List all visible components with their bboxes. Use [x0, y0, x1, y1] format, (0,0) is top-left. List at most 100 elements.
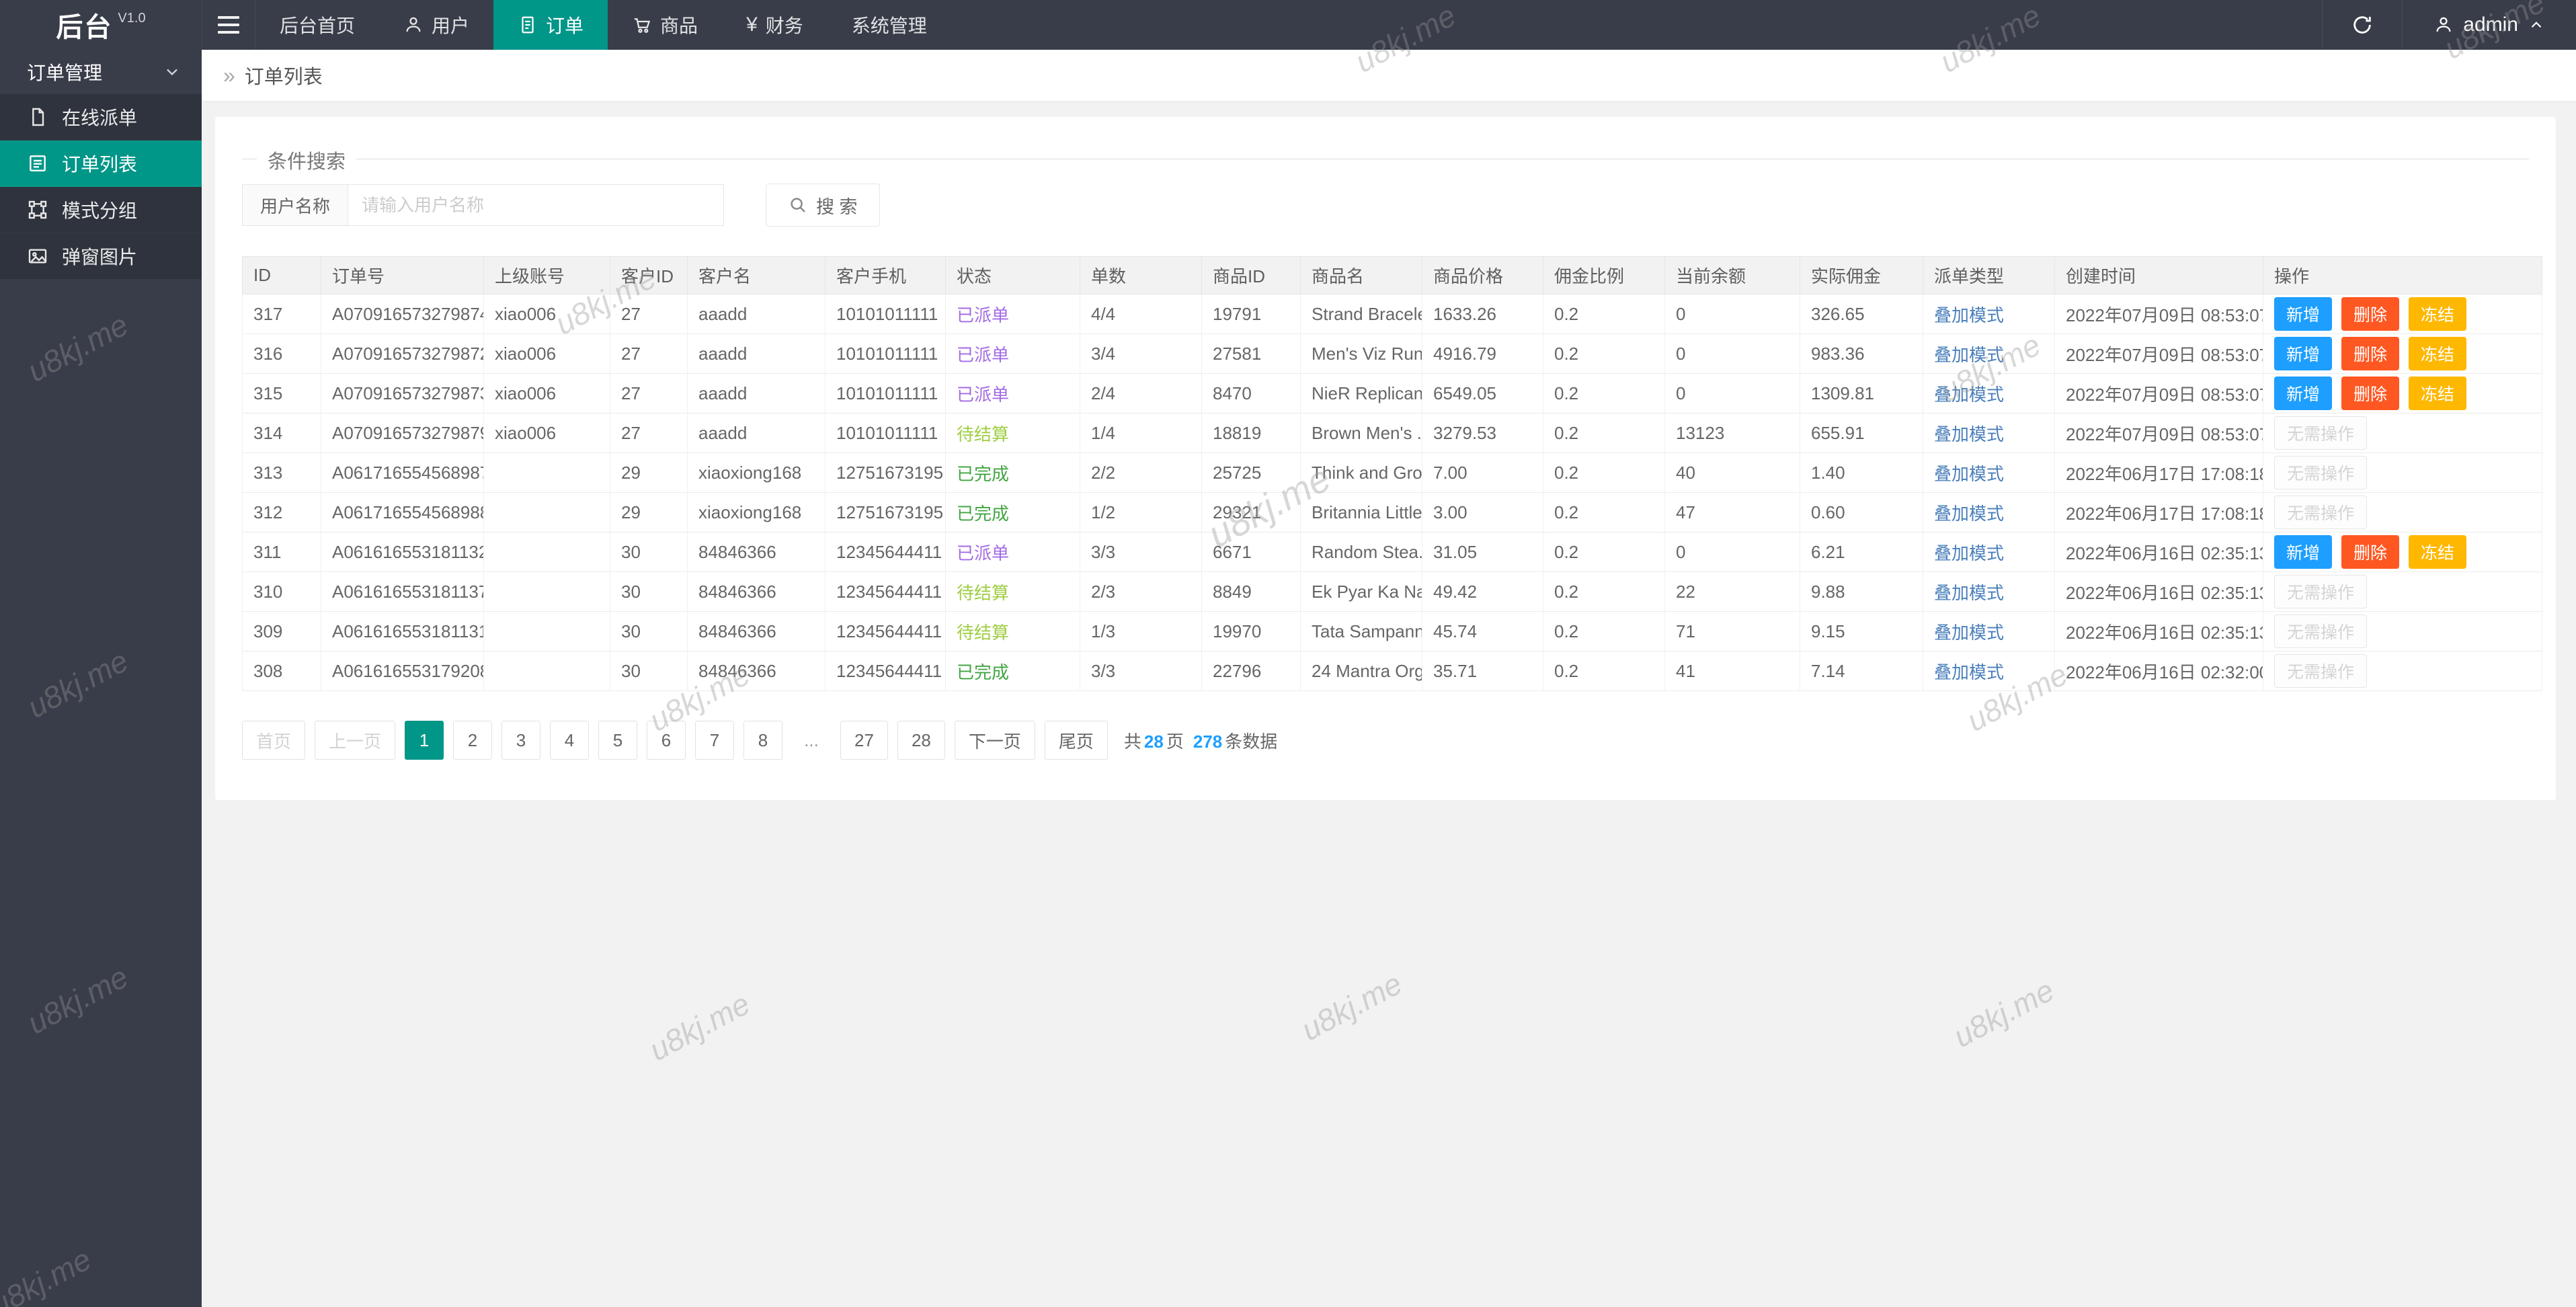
cell-status: 已派单 — [945, 333, 1080, 374]
nav-item-home[interactable]: 后台首页 — [255, 0, 379, 50]
nav-item-finance[interactable]: ¥ 财务 — [722, 0, 828, 50]
cell-actions: 无需操作 — [2263, 452, 2542, 493]
dispatch-type-link[interactable]: 叠加模式 — [1934, 464, 2004, 484]
cell-current_balance: 0 — [1664, 294, 1800, 334]
pagination-first-button[interactable]: 首页 — [242, 721, 306, 760]
cell-client_name: 84846366 — [687, 571, 826, 612]
sidebar-section-order-management[interactable]: 订单管理 — [0, 50, 202, 94]
nav-item-orders[interactable]: 订单 — [493, 0, 608, 50]
cell-product_id: 6671 — [1201, 532, 1301, 572]
pagination-prev-button[interactable]: 上一页 — [315, 721, 396, 760]
cell-dispatch_type: 叠加模式 — [1923, 452, 2055, 493]
refresh-button[interactable] — [2322, 0, 2402, 50]
pagination-page-27[interactable]: 27 — [840, 721, 888, 760]
cell-actual_commission: 6.21 — [1800, 532, 1923, 572]
action-delete-button[interactable]: 删除 — [2341, 535, 2400, 569]
sidebar-menu: 在线派单 订单列表 模式分组 弹窗图片 — [0, 94, 202, 280]
cell-current_balance: 0 — [1664, 532, 1800, 572]
cell-commission_ratio: 0.2 — [1543, 532, 1665, 572]
action-freeze-button[interactable]: 冻结 — [2409, 337, 2467, 370]
pagination-page-4[interactable]: 4 — [550, 721, 590, 760]
dispatch-type-link[interactable]: 叠加模式 — [1934, 623, 2004, 643]
order-list-panel: 条件搜索 用户名称 搜 索 ID订单号上级账号客户ID客户名客户手机状态单数商品… — [215, 117, 2556, 800]
cell-product_id: 18819 — [1201, 413, 1301, 453]
action-none-button: 无需操作 — [2274, 575, 2368, 608]
action-freeze-button[interactable]: 冻结 — [2409, 297, 2467, 331]
nav-item-products[interactable]: 商品 — [608, 0, 722, 50]
pagination-page-8[interactable]: 8 — [743, 721, 783, 760]
dispatch-type-link[interactable]: 叠加模式 — [1934, 345, 2004, 365]
nav-item-users[interactable]: 用户 — [379, 0, 493, 50]
pagination-page-28[interactable]: 28 — [897, 721, 945, 760]
action-delete-button[interactable]: 删除 — [2341, 337, 2400, 370]
sidebar-item-order-list[interactable]: 订单列表 — [0, 141, 202, 187]
pagination-page-6[interactable]: 6 — [647, 721, 686, 760]
cell-dispatch_type: 叠加模式 — [1923, 413, 2055, 453]
action-none-button: 无需操作 — [2274, 496, 2368, 529]
cell-current_balance: 47 — [1664, 492, 1800, 532]
cell-product_price: 49.42 — [1422, 571, 1543, 612]
cell-order_no: A07091657327987432 — [321, 294, 484, 334]
action-add-button[interactable]: 新增 — [2274, 297, 2333, 331]
column-header: 单数 — [1080, 256, 1202, 294]
action-delete-button[interactable]: 删除 — [2341, 297, 2400, 331]
pagination-page-3[interactable]: 3 — [501, 721, 541, 760]
table-row: 310A06161655318113789 3084846366123456444… — [242, 571, 2542, 612]
dispatch-type-link[interactable]: 叠加模式 — [1934, 662, 2004, 682]
dispatch-type-link[interactable]: 叠加模式 — [1934, 424, 2004, 444]
admin-menu[interactable]: admin — [2402, 0, 2576, 50]
action-add-button[interactable]: 新增 — [2274, 535, 2333, 569]
action-none-button: 无需操作 — [2274, 416, 2368, 450]
chevron-down-icon — [167, 69, 177, 76]
pagination-page-5[interactable]: 5 — [598, 721, 638, 760]
action-freeze-button[interactable]: 冻结 — [2409, 377, 2467, 410]
cell-id: 309 — [242, 611, 321, 651]
cell-dispatch_type: 叠加模式 — [1923, 373, 2055, 413]
cell-created_at: 2022年06月16日 02:35:13 — [2054, 571, 2263, 612]
nav-item-system[interactable]: 系统管理 — [828, 0, 951, 50]
order-table-body: 317A07091657327987432xiao00627aaadd10101… — [242, 294, 2542, 691]
cell-id: 314 — [242, 413, 321, 453]
pagination-page-2[interactable]: 2 — [453, 721, 493, 760]
sidebar-item-mode-group[interactable]: 模式分组 — [0, 187, 202, 233]
pagination-ellipsis: ... — [792, 721, 831, 760]
cell-commission_ratio: 0.2 — [1543, 413, 1665, 453]
column-header: 订单号 — [321, 256, 484, 294]
menu-toggle-button[interactable] — [202, 0, 255, 50]
dispatch-type-link[interactable]: 叠加模式 — [1934, 385, 2004, 405]
file-icon — [32, 108, 44, 126]
dispatch-type-link[interactable]: 叠加模式 — [1934, 543, 2004, 563]
table-row: 313A06171655456898707 29xiaoxiong16812751… — [242, 452, 2542, 493]
pagination-page-7[interactable]: 7 — [695, 721, 735, 760]
cell-product_name: Random Stea... — [1300, 532, 1422, 572]
cell-count: 1/3 — [1080, 611, 1202, 651]
cell-current_balance: 71 — [1664, 611, 1800, 651]
dispatch-type-link[interactable]: 叠加模式 — [1934, 305, 2004, 325]
search-button[interactable]: 搜 索 — [766, 184, 880, 227]
username-label: 用户名称 — [242, 184, 348, 226]
action-add-button[interactable]: 新增 — [2274, 337, 2333, 370]
sidebar-item-popup-image[interactable]: 弹窗图片 — [0, 233, 202, 280]
cell-dispatch_type: 叠加模式 — [1923, 571, 2055, 612]
dispatch-type-link[interactable]: 叠加模式 — [1934, 583, 2004, 603]
pagination-last-button[interactable]: 尾页 — [1044, 721, 1108, 760]
dispatch-type-link[interactable]: 叠加模式 — [1934, 504, 2004, 524]
cell-count: 2/2 — [1080, 452, 1202, 493]
username-input[interactable] — [348, 184, 725, 226]
action-delete-button[interactable]: 删除 — [2341, 377, 2400, 410]
sidebar-item-online-dispatch[interactable]: 在线派单 — [0, 94, 202, 141]
cell-client_name: 84846366 — [687, 651, 826, 691]
cell-client_name: aaadd — [687, 333, 826, 374]
action-freeze-button[interactable]: 冻结 — [2409, 535, 2467, 569]
cell-order_no: A07091657327987979 — [321, 413, 484, 453]
cell-created_at: 2022年06月16日 02:35:13 — [2054, 532, 2263, 572]
pagination-summary: 共 28 页 278 条数据 — [1123, 731, 1278, 752]
action-add-button[interactable]: 新增 — [2274, 377, 2333, 410]
cell-id: 316 — [242, 333, 321, 374]
pagination-page-1[interactable]: 1 — [405, 721, 444, 760]
pagination-next-button[interactable]: 下一页 — [954, 721, 1035, 760]
order-table-header-row: ID 订单号 上级账号 客户ID 客户名 客户手机 状态 单数 商品ID 商品名 商品价格 佣金比例当… — [242, 256, 2542, 294]
cell-parent_account — [483, 492, 610, 532]
cell-id: 317 — [242, 294, 321, 334]
app-logo: 后台 V1.0 — [0, 0, 202, 50]
